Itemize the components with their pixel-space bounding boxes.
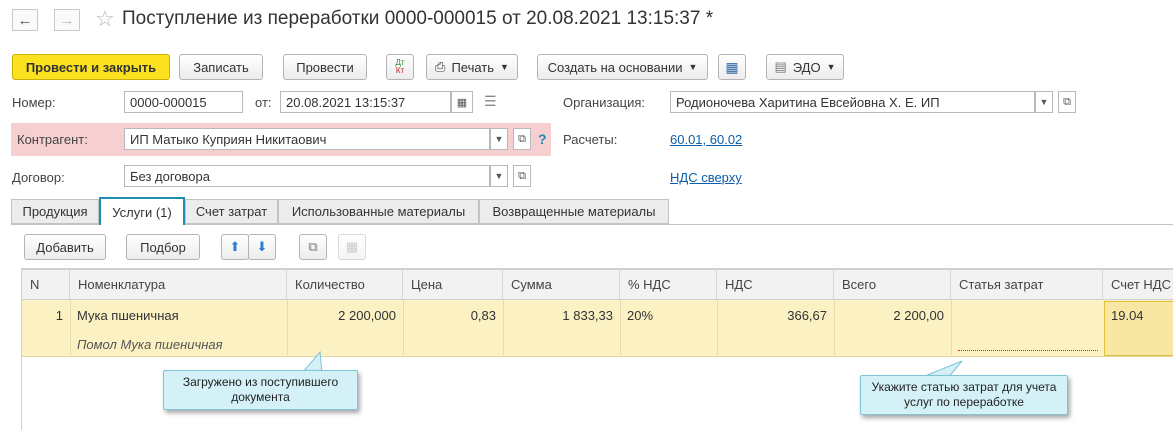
callout-loaded-from-document: Загружено из поступившего документа bbox=[163, 370, 358, 410]
callout-left-pointer bbox=[300, 350, 963, 379]
callout-specify-cost-item: Укажите статью затрат для учета услуг по… bbox=[860, 375, 1068, 415]
